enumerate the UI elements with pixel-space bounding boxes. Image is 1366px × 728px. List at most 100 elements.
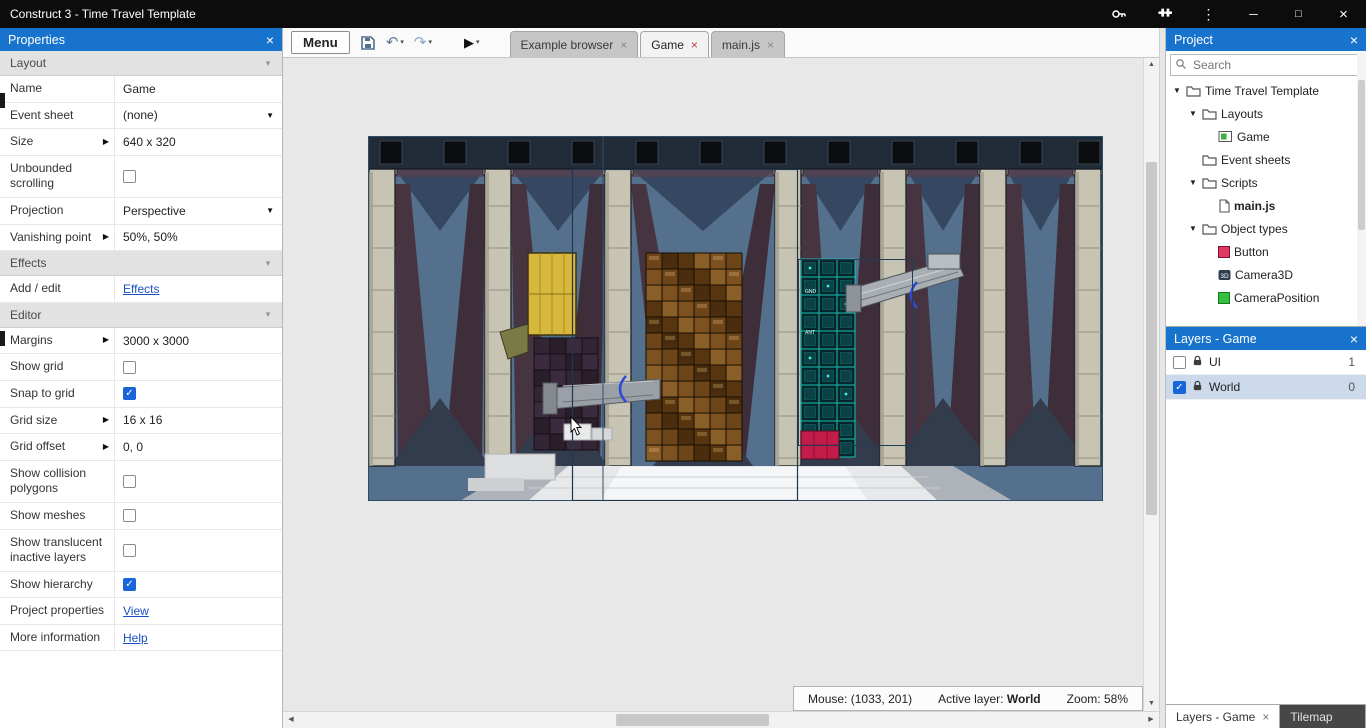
checkbox[interactable] — [123, 360, 136, 374]
tree-item-main-js[interactable]: main.js — [1166, 194, 1366, 217]
chevron-down-icon[interactable]: ▼ — [1188, 109, 1198, 118]
scroll-right-icon[interactable]: ▶ — [1143, 712, 1159, 728]
tree-item-layouts[interactable]: ▼ Layouts — [1166, 102, 1366, 125]
expand-arrow-icon[interactable]: ▶ — [103, 137, 112, 147]
collapsed-panel-handle[interactable] — [0, 93, 5, 108]
layout-canvas[interactable]: GND ANT Mouse: (1033, 201) Active layer:… — [283, 58, 1159, 711]
dropdown-caret-icon[interactable]: ▼ — [266, 111, 274, 120]
scroll-up-icon[interactable]: ▲ — [1144, 58, 1159, 72]
expand-arrow-icon[interactable]: ▶ — [103, 442, 112, 452]
property-value[interactable]: Help — [114, 624, 282, 651]
chevron-down-icon[interactable]: ▼ — [1188, 178, 1198, 187]
canvas-horizontal-scrollbar[interactable]: ◀ ▶ — [283, 711, 1159, 728]
dropdown-caret-icon[interactable]: ▼ — [266, 206, 274, 215]
tree-item-object-types[interactable]: ▼ Object types — [1166, 217, 1366, 240]
property-value[interactable]: 50%, 50% — [114, 224, 282, 251]
close-button[interactable]: × — [1321, 0, 1366, 28]
property-value[interactable]: 3000 x 3000 — [114, 327, 282, 354]
tree-item-event-sheets[interactable]: Event sheets — [1166, 148, 1366, 171]
expand-arrow-icon[interactable]: ▶ — [103, 335, 112, 345]
search-input[interactable] — [1191, 57, 1357, 73]
property-value[interactable]: View — [114, 598, 282, 624]
close-icon[interactable]: × — [1350, 33, 1358, 47]
expand-arrow-icon[interactable]: ▶ — [103, 415, 112, 425]
checkbox[interactable]: ✓ — [123, 387, 136, 401]
tree-item-game[interactable]: Game — [1166, 125, 1366, 148]
tab-close-icon[interactable]: × — [620, 38, 627, 52]
panel-splitter[interactable] — [1159, 28, 1166, 728]
project-scroll-thumb[interactable] — [1358, 80, 1365, 230]
orange-crate-grid[interactable] — [645, 252, 743, 462]
close-icon[interactable]: × — [1350, 332, 1358, 346]
property-section-editor[interactable]: Editor ▼ — [0, 302, 282, 328]
checkbox[interactable] — [123, 543, 136, 557]
property-value[interactable] — [114, 354, 282, 380]
minimize-button[interactable]: ─ — [1231, 0, 1276, 28]
chevron-down-icon[interactable]: ▼ — [1188, 224, 1198, 233]
lock-icon[interactable] — [1192, 354, 1203, 370]
tree-item-time-travel-template[interactable]: ▼ Time Travel Template — [1166, 79, 1366, 102]
redo-button[interactable]: ↷ ▾ — [414, 35, 432, 50]
project-search[interactable] — [1170, 54, 1362, 76]
checkbox[interactable]: ✓ — [123, 577, 136, 591]
property-link[interactable]: View — [123, 604, 149, 618]
addons-puzzle-icon[interactable] — [1141, 0, 1186, 28]
checkbox[interactable] — [123, 474, 136, 488]
property-value[interactable]: ✓ — [114, 380, 282, 407]
key-icon[interactable] — [1096, 0, 1141, 28]
maximize-button[interactable]: □ — [1276, 0, 1321, 28]
chevron-down-icon[interactable]: ▼ — [1172, 86, 1182, 95]
property-value[interactable]: Effects — [114, 276, 282, 302]
property-value[interactable]: 640 x 320 — [114, 129, 282, 155]
tree-item-cameraposition[interactable]: CameraPosition — [1166, 286, 1366, 309]
property-value[interactable] — [114, 529, 282, 571]
menu-button[interactable]: Menu — [291, 31, 350, 54]
scroll-down-icon[interactable]: ▼ — [1144, 697, 1159, 711]
scroll-left-icon[interactable]: ◀ — [283, 712, 299, 728]
layer-row-world[interactable]: ✓ World 0 — [1166, 375, 1366, 400]
property-value[interactable] — [114, 155, 282, 197]
layer-visibility-checkbox[interactable]: ✓ — [1173, 380, 1186, 394]
level-scene[interactable]: GND ANT — [368, 136, 1103, 501]
preview-play-button[interactable]: ▶ ▾ — [464, 35, 480, 50]
undo-button[interactable]: ↶ ▾ — [386, 35, 404, 50]
property-value[interactable]: Game — [114, 76, 282, 102]
tree-item-camera3d[interactable]: 3D Camera3D — [1166, 263, 1366, 286]
tab-close-icon[interactable]: × — [1262, 710, 1269, 724]
tab-main-js[interactable]: main.js × — [710, 31, 785, 57]
tab-close-icon[interactable]: × — [767, 38, 774, 52]
undo-dropdown-icon[interactable]: ▾ — [400, 35, 404, 50]
checkbox[interactable] — [123, 509, 136, 523]
property-value[interactable] — [114, 502, 282, 529]
lock-icon[interactable] — [1192, 379, 1203, 395]
property-value[interactable]: ✓ — [114, 571, 282, 598]
property-value[interactable]: (none) ▼ — [114, 102, 282, 129]
tab-close-icon[interactable]: × — [691, 38, 698, 52]
property-value[interactable]: Perspective ▼ — [114, 197, 282, 224]
close-icon[interactable]: × — [266, 33, 274, 47]
tab-example-browser[interactable]: Example browser × — [509, 31, 639, 57]
property-link[interactable]: Effects — [123, 282, 159, 296]
layer-visibility-checkbox[interactable] — [1173, 355, 1186, 369]
property-section-effects[interactable]: Effects ▼ — [0, 251, 282, 277]
collapsed-panel-handle[interactable] — [0, 331, 5, 346]
kebab-menu-icon[interactable]: ⋮ — [1186, 0, 1231, 28]
property-section-layout[interactable]: Layout ▼ — [0, 51, 282, 76]
property-value[interactable]: 16 x 16 — [114, 407, 282, 434]
redo-dropdown-icon[interactable]: ▾ — [428, 35, 432, 50]
bottom-tab-tilemap[interactable]: Tilemap — [1280, 705, 1366, 728]
vertical-scroll-thumb[interactable] — [1146, 162, 1157, 516]
canvas-vertical-scrollbar[interactable]: ▲ ▼ — [1143, 58, 1159, 711]
property-value[interactable]: 0, 0 — [114, 434, 282, 460]
tree-item-scripts[interactable]: ▼ Scripts — [1166, 171, 1366, 194]
save-button[interactable] — [360, 35, 376, 51]
checkbox[interactable] — [123, 169, 136, 183]
project-scrollbar[interactable] — [1357, 52, 1366, 326]
preview-dropdown-icon[interactable]: ▾ — [476, 35, 480, 50]
horizontal-scroll-thumb[interactable] — [615, 714, 770, 726]
tab-game[interactable]: Game × — [640, 31, 709, 57]
bottom-tab-layers-game[interactable]: Layers - Game × — [1166, 705, 1281, 728]
property-link[interactable]: Help — [123, 631, 148, 645]
property-value[interactable] — [114, 460, 282, 502]
layer-row-ui[interactable]: UI 1 — [1166, 350, 1366, 375]
